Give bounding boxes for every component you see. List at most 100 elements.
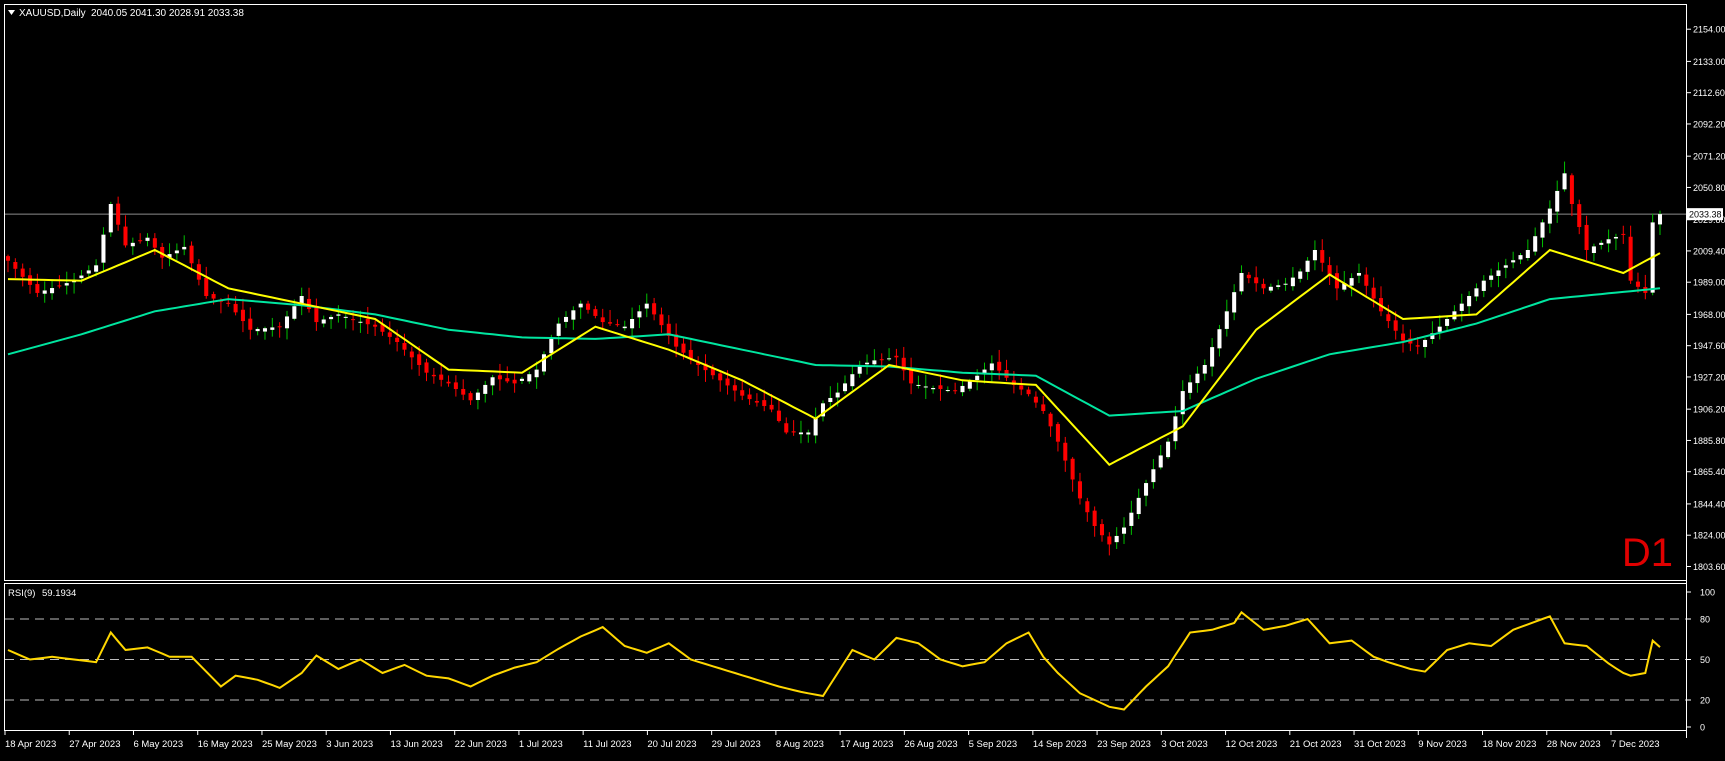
candle-body xyxy=(872,360,877,365)
candle-body xyxy=(5,256,11,261)
candle xyxy=(1650,213,1655,296)
candle-body xyxy=(791,431,796,433)
price-tick-label: 1906.20 xyxy=(1693,405,1725,415)
candle-body xyxy=(1246,274,1251,279)
candle-body xyxy=(1547,208,1552,224)
candle-body xyxy=(1166,441,1171,458)
time-tick-label: 25 May 2023 xyxy=(262,739,317,750)
candle-body xyxy=(1107,536,1112,545)
candle-body xyxy=(182,246,187,250)
candle-body xyxy=(586,303,591,310)
candle-body xyxy=(329,316,334,320)
candle-body xyxy=(1320,250,1325,263)
candle-body xyxy=(1158,455,1163,468)
candle-body xyxy=(1540,222,1545,238)
candle-body xyxy=(1136,497,1141,515)
candle-body xyxy=(1496,270,1501,276)
candle-body xyxy=(409,351,414,358)
time-tick-label: 8 Aug 2023 xyxy=(776,739,824,750)
candle-body xyxy=(806,432,811,435)
candle-body xyxy=(1364,274,1369,286)
candle-body xyxy=(483,384,488,394)
candle-body xyxy=(1555,190,1560,212)
candle-body xyxy=(1467,296,1472,307)
candle-body xyxy=(130,242,135,247)
chart-window: XAUUSD,Daily 2040.05 2041.30 2028.91 203… xyxy=(0,0,1725,756)
candle-body xyxy=(615,324,620,326)
candle-body xyxy=(1356,273,1361,276)
candle-body xyxy=(1562,173,1567,190)
candle-body xyxy=(321,319,326,324)
price-tick-label: 1927.20 xyxy=(1693,372,1725,382)
time-tick-label: 26 Aug 2023 xyxy=(904,739,957,750)
price-tick-label: 1824.00 xyxy=(1693,531,1725,541)
candle-body xyxy=(270,327,275,330)
candle-body xyxy=(116,203,121,225)
candle-body xyxy=(637,311,642,318)
candle-body xyxy=(174,250,179,254)
candle-body xyxy=(1254,277,1259,284)
candle-body xyxy=(1489,275,1494,280)
time-tick-label: 1 Jul 2023 xyxy=(519,739,563,750)
candle-body xyxy=(453,382,458,390)
rsi-label: RSI(9) xyxy=(8,588,35,599)
candle-body xyxy=(865,362,870,365)
candle-body xyxy=(593,309,598,316)
time-tick-label: 11 Jul 2023 xyxy=(583,739,631,750)
candle-body xyxy=(1232,292,1237,313)
candle-body xyxy=(519,378,524,381)
candle-body xyxy=(1151,469,1156,483)
time-tick-label: 13 Jun 2023 xyxy=(390,739,442,750)
candle-body xyxy=(652,303,657,315)
time-tick-label: 18 Nov 2023 xyxy=(1483,739,1537,750)
price-tick-label: 1885.80 xyxy=(1693,436,1725,446)
price-tick-label: 1989.00 xyxy=(1693,278,1725,288)
candle-body xyxy=(1474,288,1479,297)
candle-body xyxy=(189,245,194,264)
candle-body xyxy=(20,268,25,277)
price-tick-label: 2112.60 xyxy=(1693,88,1725,98)
candle-body xyxy=(497,375,502,380)
candle-body xyxy=(152,238,157,248)
rsi-value: 59.1934 xyxy=(42,588,76,599)
candle-body xyxy=(1121,527,1127,534)
candle-body xyxy=(1070,458,1075,480)
candle-body xyxy=(967,380,972,389)
candle-body xyxy=(123,226,128,246)
candle-body xyxy=(953,390,958,392)
candle-body xyxy=(1503,265,1508,268)
candle-body xyxy=(1459,303,1464,311)
time-tick-label: 9 Nov 2023 xyxy=(1418,739,1467,750)
candle-body xyxy=(1239,273,1244,292)
time-tick-label: 14 Sep 2023 xyxy=(1033,739,1087,750)
candle-body xyxy=(505,378,510,382)
candle-body xyxy=(740,390,745,396)
time-tick-label: 7 Dec 2023 xyxy=(1611,739,1660,750)
candle-body xyxy=(835,392,840,398)
rsi-tick-label: 50 xyxy=(1700,655,1710,665)
price-tick-label: 1844.40 xyxy=(1693,499,1725,509)
candle-body xyxy=(138,240,143,242)
candle-body xyxy=(1481,280,1486,291)
rsi-tick-label: 100 xyxy=(1700,588,1715,598)
time-tick-label: 27 Apr 2023 xyxy=(69,739,120,750)
candle-body xyxy=(1085,501,1090,513)
candle-body xyxy=(1033,396,1038,403)
time-tick-label: 3 Jun 2023 xyxy=(326,739,373,750)
candle-body xyxy=(1188,382,1193,393)
time-tick-label: 29 Jul 2023 xyxy=(712,739,761,750)
candle-body xyxy=(644,303,649,309)
candle-body xyxy=(351,319,356,321)
candle-body xyxy=(255,328,260,332)
candle-body xyxy=(1276,285,1281,287)
price-tick-label: 1968.00 xyxy=(1693,310,1725,320)
candle-body xyxy=(1569,175,1574,204)
price-tick-label: 2009.40 xyxy=(1693,246,1725,256)
candle-body xyxy=(1518,255,1523,260)
candle-body xyxy=(512,379,517,384)
candle-body xyxy=(226,302,231,304)
candle-body xyxy=(1401,333,1406,341)
candle-body xyxy=(446,381,451,384)
candle-body xyxy=(336,314,341,316)
candle-body xyxy=(754,401,759,403)
